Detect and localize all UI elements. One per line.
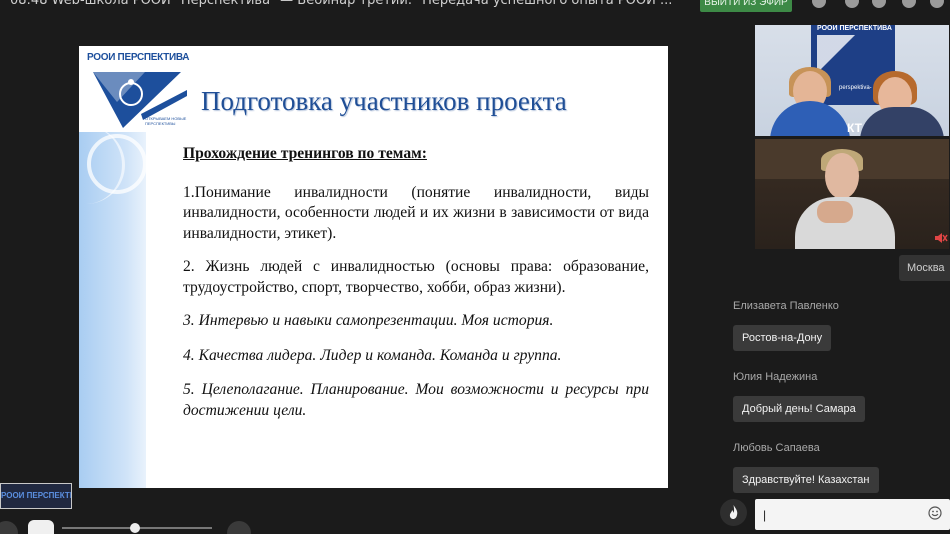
chat-message: Добрый день! Самара — [733, 396, 865, 422]
fire-icon — [729, 505, 738, 519]
slide-body: Прохождение тренингов по темам: 1.Понима… — [183, 144, 649, 435]
banner-url: perspektiva- — [839, 85, 872, 91]
chat-icon[interactable] — [812, 0, 826, 8]
logo-slogan: ОТКРЫВАЕМ НОВЫЕ ПЕРСПЕКТИВЫ — [145, 116, 187, 126]
slide-decoration-band — [79, 126, 147, 488]
reaction-button[interactable] — [720, 499, 747, 526]
chat-author: Елизавета Павленко — [733, 300, 839, 312]
presentation-slide: РООИ ПЕРСПЕКТИВА ОТКРЫВАЕМ НОВЫЕ ПЕРСПЕК… — [79, 46, 668, 488]
host-2-body — [860, 107, 944, 136]
list-item: 3. Интервью и навыки самопрезентации. Мо… — [183, 312, 554, 329]
interpreter-hands — [817, 201, 853, 223]
emoji-icon[interactable] — [928, 506, 942, 520]
stream-title: 08:48 Web-школа РООИ "Перспектива" — Веб… — [10, 0, 673, 8]
screen-share-icon[interactable] — [227, 521, 251, 534]
interpreter-face — [825, 153, 859, 199]
player-controls — [0, 518, 260, 534]
list-item: 2. Жизнь людей с инвалидностью (основы п… — [183, 258, 649, 296]
microphone-muted-icon[interactable] — [934, 232, 948, 244]
list-item: 4. Качества лидера. Лидер и команда. Ком… — [183, 346, 562, 364]
list-item: 5. Целеполагание. Планирование. Мои возм… — [183, 381, 649, 419]
chat-message: Ростов-на-Дону — [733, 325, 832, 351]
settings-icon[interactable] — [902, 0, 916, 8]
stop-button[interactable] — [0, 521, 18, 534]
chat-author: Юлия Надежина — [733, 371, 818, 383]
list-item: 1.Понимание инвалидности (понятие инвали… — [183, 183, 649, 242]
exit-live-button[interactable]: ВЫЙТИ ИЗ ЭФИР — [700, 0, 792, 12]
location-message: Москва — [899, 255, 950, 281]
chat-author: Любовь Сапаева — [733, 442, 820, 454]
host-1-body — [770, 101, 850, 136]
present-button[interactable] — [28, 520, 54, 534]
users-icon[interactable] — [845, 0, 859, 8]
background-mark: КТ — [847, 121, 862, 135]
webcam-hosts: РООИ ПЕРСПЕКТИВА perspektiva- КТ — [755, 25, 949, 136]
top-bar: 08:48 Web-школа РООИ "Перспектива" — Веб… — [0, 0, 950, 12]
chat-message: Здравствуйте! Казахстан — [733, 467, 879, 493]
slide-title: Подготовка участников проекта — [201, 86, 567, 116]
organization-logo: РООИ ПЕРСПЕКТИВА ОТКРЫВАЕМ НОВЫЕ ПЕРСПЕК… — [83, 50, 190, 130]
chat-message-input[interactable] — [755, 499, 950, 530]
slide-subheading: Прохождение тренингов по темам: — [183, 145, 427, 162]
slider-knob[interactable] — [130, 523, 140, 533]
more-icon[interactable] — [930, 0, 944, 8]
banner-label: РООИ ПЕРСПЕКТИВА — [817, 25, 892, 32]
user-icon[interactable] — [872, 0, 886, 8]
webcam-interpreter — [755, 139, 949, 249]
stream-watermark-logo: РООИ ПЕРСПЕКТИВА — [0, 483, 72, 509]
